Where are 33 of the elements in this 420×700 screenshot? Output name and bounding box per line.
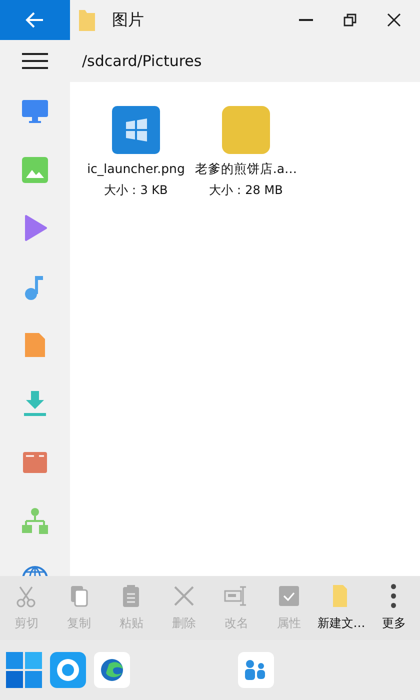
back-button[interactable] (0, 0, 70, 40)
file-name: 老爹的煎饼店.a… (194, 160, 298, 178)
file-name: ic_launcher.png (87, 160, 185, 178)
download-icon (21, 390, 49, 418)
taskbar-app[interactable] (50, 652, 86, 688)
taskbar-app[interactable] (238, 652, 274, 688)
delete-icon (172, 584, 196, 608)
monitor-icon (21, 97, 49, 126)
file-size: 大小：28 MB (209, 182, 283, 199)
network-icon (21, 506, 49, 535)
ring-app-icon (50, 652, 86, 688)
rename-icon (224, 584, 248, 608)
browser-icon (94, 652, 130, 688)
taskbar-app[interactable] (94, 652, 130, 688)
picture-icon (21, 156, 49, 184)
menu-icon (22, 53, 48, 69)
more-button[interactable]: 更多 (368, 584, 420, 632)
checkbox-icon (276, 584, 301, 608)
taskbar-app[interactable] (6, 652, 42, 688)
more-icon (391, 584, 396, 608)
windows-tile-icon (112, 106, 160, 154)
path-text: /sdcard/Pictures (82, 50, 202, 72)
windows-logo-icon (6, 652, 42, 688)
file-size: 大小：3 KB (104, 182, 168, 199)
people-icon (238, 652, 274, 688)
restore-icon (343, 13, 357, 27)
minimize-icon (299, 19, 313, 21)
window-title: 图片 (112, 9, 144, 31)
folder-icon (78, 7, 96, 33)
photo-placeholder (222, 106, 270, 154)
close-icon (387, 13, 401, 27)
back-arrow-icon (25, 11, 45, 29)
folder-button[interactable]: 新建文… (315, 584, 368, 632)
